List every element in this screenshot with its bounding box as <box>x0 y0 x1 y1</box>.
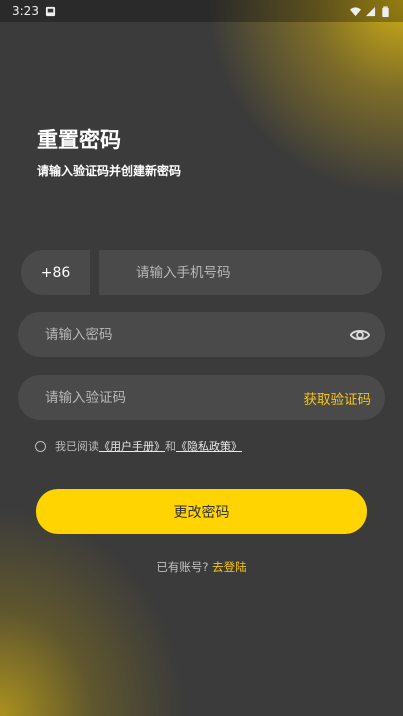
change-password-button[interactable]: 更改密码 <box>36 489 367 534</box>
page-title: 重置密码 <box>37 128 121 152</box>
phone-input[interactable] <box>99 250 382 295</box>
eye-icon[interactable] <box>349 324 371 346</box>
status-right <box>350 5 391 17</box>
agreement-row: 我已阅读 《用户手册》 和 《隐私政策》 <box>35 438 242 454</box>
signal-icon <box>365 6 376 16</box>
battery-icon <box>382 5 389 17</box>
login-link[interactable]: 去登陆 <box>212 560 247 574</box>
status-bar: 3:23 <box>0 0 403 22</box>
user-manual-link[interactable]: 《用户手册》 <box>99 438 165 454</box>
agreement-prefix: 我已阅读 <box>55 440 99 453</box>
phone-row: +86 <box>21 250 382 295</box>
status-time: 3:23 <box>12 4 39 18</box>
agreement-middle: 和 <box>165 440 176 453</box>
page-subtitle: 请输入验证码并创建新密码 <box>37 164 182 178</box>
notification-icon <box>45 6 56 16</box>
get-code-button[interactable]: 获取验证码 <box>304 388 372 408</box>
code-field: 获取验证码 <box>18 375 385 420</box>
login-row: 已有账号? 去登陆 <box>0 559 403 575</box>
background-gradient <box>0 0 403 716</box>
password-input[interactable] <box>18 312 385 357</box>
password-field <box>18 312 385 357</box>
login-prefix: 已有账号? <box>156 560 209 574</box>
wifi-icon <box>350 6 361 16</box>
country-code-selector[interactable]: +86 <box>21 250 90 295</box>
privacy-policy-link[interactable]: 《隐私政策》 <box>176 438 242 454</box>
agreement-radio[interactable] <box>35 440 46 452</box>
status-left: 3:23 <box>12 4 56 18</box>
